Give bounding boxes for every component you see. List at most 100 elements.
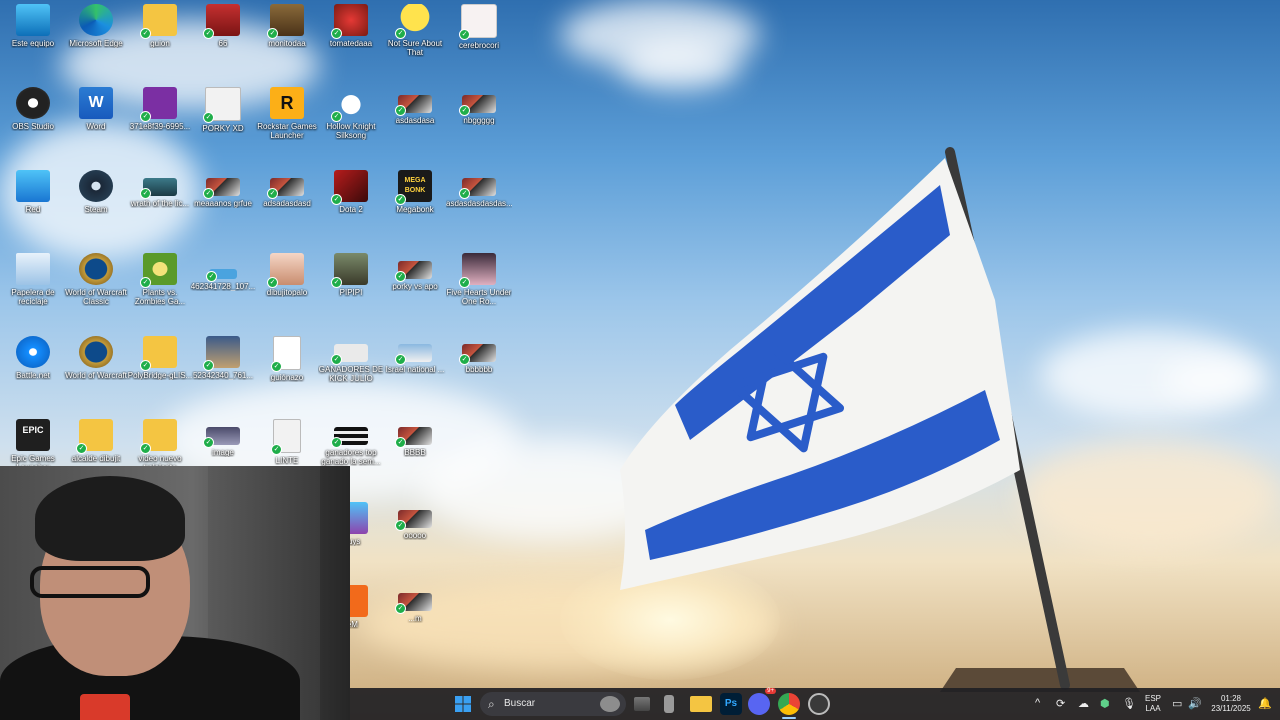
desktop-icon-cerebrocori[interactable]: ✓ cerebrocori [446, 4, 512, 50]
desktop-icon-asdasdasa[interactable]: ✓ asdasdasa [382, 87, 448, 125]
video-thumbnail-icon: ✓ [395, 427, 432, 448]
desktop-icon-ooooo[interactable]: ✓ ooooo [382, 502, 448, 540]
desktop-icon-pvz[interactable]: ✓ Plants vs. Zombies Ga... [127, 253, 193, 306]
search-box[interactable]: ⌕ Buscar [480, 692, 626, 716]
desktop-icon-ganadores-kick[interactable]: ✓ GANADORES DE KICK JULIO [318, 336, 384, 383]
hollow-knight-icon: ✓ [331, 87, 368, 122]
obs-icon [16, 87, 50, 119]
image-thumbnail-icon: ✓ [267, 4, 304, 39]
app-icon-usb[interactable] [664, 695, 674, 713]
language-indicator[interactable]: ESP LAA [1142, 694, 1164, 714]
desktop-icon-obs[interactable]: OBS Studio [0, 87, 66, 131]
megabonk-icon: MEGA BONK ✓ [395, 170, 432, 205]
desktop-icon-m[interactable]: ✓ ...m [382, 585, 448, 623]
recycle-bin-icon [16, 253, 50, 285]
desktop-icon-371e8f39[interactable]: ✓ 371e8f39-6995... [127, 87, 193, 131]
image-thumbnail-icon: ✓ [331, 427, 368, 448]
desktop-icon-israel-national[interactable]: ✓ Israel national ... [382, 336, 448, 374]
cloud-icon[interactable]: ☁ [1078, 697, 1089, 710]
desktop-icon-wow[interactable]: World of Warcraft [63, 336, 129, 380]
desktop-icon-video-nuevo[interactable]: ✓ video nuevo tralalerito [127, 419, 193, 472]
folder-icon: ✓ [140, 336, 177, 371]
webcam-overlay [0, 466, 350, 720]
desktop-icon-linte[interactable]: ✓ LINTE [254, 419, 320, 465]
desktop-icon-porky-xd[interactable]: ✓ PORKY XD [190, 87, 256, 133]
photoshop-icon[interactable]: Ps [720, 693, 742, 715]
image-thumbnail-icon: ✓ [140, 178, 177, 199]
volume-icon[interactable]: 🔊 [1188, 697, 1202, 710]
sync-icon[interactable]: ⟳ [1056, 697, 1065, 710]
desktop-icon-adsadasdasd[interactable]: ✓ adsadasdasd [254, 170, 320, 208]
duck-image-icon: ✓ [395, 4, 432, 39]
file-explorer-icon[interactable] [690, 696, 712, 712]
notification-icon[interactable]: 🔔 [1258, 697, 1272, 710]
desktop-icon-guionazo[interactable]: ✓ guiónazo [254, 336, 320, 382]
video-thumbnail-icon: ✓ [395, 261, 432, 282]
desktop-icon-alcalde[interactable]: ✓ alcalde dibujit [63, 419, 129, 463]
desktop-icon-papelera[interactable]: Papelera de reciclaje [0, 253, 66, 306]
video-thumbnail-icon: ✓ [395, 593, 432, 614]
rockstar-icon: R [270, 87, 304, 119]
five-hearts-icon: ✓ [459, 253, 496, 288]
epic-games-icon: EPIC [16, 419, 50, 451]
desktop-icon-word[interactable]: W Word [63, 87, 129, 131]
desktop-icon-dibujitopalo[interactable]: ✓ dibujitopalo [254, 253, 320, 297]
security-icon[interactable]: ⬢ [1100, 697, 1110, 710]
clock[interactable]: 01:28 23/11/2025 [1206, 694, 1256, 714]
text-file-icon: ✓ [271, 336, 301, 372]
discord-icon[interactable]: 9+ [748, 688, 776, 715]
pvz-icon: ✓ [140, 253, 177, 288]
desktop-icon-dota2[interactable]: ✓ Dota 2 [318, 170, 384, 214]
desktop-icon-epic[interactable]: EPIC Epic Games Launcher [0, 419, 66, 472]
desktop-icon-monitodaa[interactable]: ✓ monitodaa [254, 4, 320, 48]
desktop-icon-hollow-knight[interactable]: ✓ Hollow Knight Silksong [318, 87, 384, 140]
desktop-icon-pipipi[interactable]: ✓ PIPIPI [318, 253, 384, 297]
desktop-icon-rockstar[interactable]: R Rockstar Games Launcher [254, 87, 320, 140]
network-icon [16, 170, 50, 202]
desktop-icon-este-equipo[interactable]: Este equipo [0, 4, 66, 48]
app-icon-circle[interactable] [808, 693, 830, 715]
search-placeholder: Buscar [504, 698, 536, 709]
desktop-icon-battlenet[interactable]: Battle.net [0, 336, 66, 380]
desktop-icon-wow-classic[interactable]: World of Warcraft Classic [63, 253, 129, 306]
desktop-icon-porky-vs-apo[interactable]: ✓ porky vs apo [382, 253, 448, 291]
chrome-icon[interactable] [778, 693, 800, 715]
desktop-icon-66[interactable]: ✓ 66 [190, 4, 256, 48]
wow-icon [79, 336, 113, 368]
desktop-icon-image[interactable]: ✓ image [190, 419, 256, 457]
desktop-icon-bbbb[interactable]: ✓ BBBB [382, 419, 448, 457]
edge-icon [79, 4, 113, 36]
image-thumbnail-icon: ✓ [203, 336, 240, 371]
dota2-icon: ✓ [331, 170, 368, 205]
desktop-icon-asdasdasdasdas[interactable]: ✓ asdasdasdasdas... [446, 170, 512, 208]
streamer-hair [35, 476, 185, 561]
desktop-icon-nbggggg[interactable]: ✓ nbggggg [446, 87, 512, 125]
desktop-icon-not-sure[interactable]: ✓ Not Sure About That [382, 4, 448, 57]
desktop-icon-red[interactable]: Red [0, 170, 66, 214]
microphone-icon[interactable]: 🎙 [1122, 697, 1136, 710]
network-icon[interactable]: ▭ [1172, 697, 1182, 710]
desktop-icon-edge[interactable]: Microsoft Edge [63, 4, 129, 48]
desktop-icon-steam[interactable]: Steam [63, 170, 129, 214]
image-thumbnail-icon: ✓ [267, 253, 304, 288]
microphone [80, 694, 130, 720]
chevron-up-icon[interactable]: ^ [1035, 697, 1040, 709]
start-button[interactable] [452, 693, 474, 715]
desktop-icon-five-hearts[interactable]: ✓ Five Hearts Under One Ro... [446, 253, 512, 306]
desktop-icon-tomatedaaa[interactable]: ✓ tomatedaaa [318, 4, 384, 48]
video-file-icon: ✓ [271, 419, 301, 455]
desktop-icon-bbbbbb[interactable]: ✓ bbbbbb [446, 336, 512, 374]
desktop-icon-ganadores-top[interactable]: ✓ ganadores top ganado la sem... [318, 419, 384, 466]
desktop-icon-wrath[interactable]: ✓ wrath of the lic... [127, 170, 193, 208]
desktop-icon-polybridge[interactable]: ✓ PolyBridge-gLIS... [127, 336, 193, 380]
desktop-icon-52342340[interactable]: ✓ 52342340_761... [190, 336, 256, 380]
image-thumbnail-icon: ✓ [140, 87, 177, 122]
desktop-icon-megabonk[interactable]: MEGA BONK ✓ Megabonk [382, 170, 448, 214]
taskbar: ⌕ Buscar Ps 9+ ^ ⟳ ☁ ⬢ 🎙 ESP LAA ▭ 🔊 01:… [350, 688, 1280, 720]
streamer-glasses [30, 566, 150, 598]
search-highlight-icon [600, 696, 620, 712]
desktop-icon-guion[interactable]: ✓ guion [127, 4, 193, 48]
task-view-icon[interactable] [634, 697, 650, 711]
desktop-icon-462341728[interactable]: ✓ 462341728_107... [190, 253, 256, 291]
desktop-icon-meaaanos[interactable]: ✓ meaaanos grfue [190, 170, 256, 208]
